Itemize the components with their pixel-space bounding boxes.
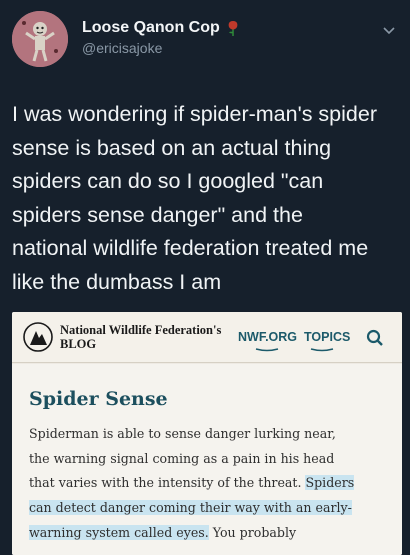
site-nav: National Wildlife Federation's BLOG NWF.… [12, 312, 402, 363]
article-line: the warning signal coming as a pain in h… [29, 447, 395, 472]
site-name-line2: BLOG [60, 337, 97, 351]
nav-topics-underline [310, 348, 334, 352]
nav-nwf-underline [255, 348, 279, 352]
tweet-text-line: spiders sense danger" and the [12, 202, 303, 227]
nwf-logo-icon [23, 322, 53, 352]
tweet-text-line: national wildlife federation treated me [12, 236, 369, 260]
article-line: can detect danger coming their way with … [29, 496, 395, 521]
tweet-text-line: sense is based on an actual thing [12, 135, 332, 160]
article-line: warning system called eyes. You probably [29, 521, 395, 546]
avatar[interactable] [12, 11, 68, 67]
nav-nwf-org[interactable]: NWF.ORG [238, 330, 297, 344]
article-line-text: Spiderman is able to sense danger lurkin… [29, 426, 336, 441]
search-icon[interactable] [366, 329, 384, 347]
tweet-text: I was wondering if spider-man's spider s… [12, 98, 404, 299]
tweet-header: Loose Qanon Cop @ericisajoke [0, 0, 410, 80]
chevron-down-icon[interactable] [382, 26, 396, 36]
display-name[interactable]: Loose Qanon Cop [82, 19, 240, 37]
article-line-text: the warning signal coming as a pain in h… [29, 450, 335, 466]
article-line-text: You probably [208, 524, 297, 540]
tweet-text-line: I was wondering if spider-man's spider [12, 102, 377, 126]
tweet-text-line: like the dumbass I am [12, 269, 222, 294]
attached-screenshot[interactable]: National Wildlife Federation's BLOG NWF.… [12, 312, 402, 555]
display-name-text: Loose Qanon Cop [82, 19, 220, 36]
tweet-text-line: spiders can do so I googled "can [12, 169, 324, 193]
nav-topics[interactable]: TOPICS [304, 330, 350, 344]
article: Spider Sense Spiderman is able to sense … [12, 364, 402, 555]
article-line-text: that varies with the intensity of the th… [29, 475, 306, 491]
highlighted-text: can detect danger coming their way with … [29, 500, 352, 516]
handle[interactable]: @ericisajoke [82, 40, 162, 56]
rose-icon [228, 20, 238, 36]
article-line: Spiderman is able to sense danger lurkin… [29, 422, 395, 447]
highlighted-text: warning system called eyes. [29, 524, 209, 540]
article-text: Spiderman is able to sense danger lurkin… [29, 422, 395, 546]
article-title: Spider Sense [29, 388, 168, 410]
site-name[interactable]: National Wildlife Federation's BLOG [60, 323, 221, 351]
highlighted-text: Spiders [305, 475, 355, 491]
article-line: that varies with the intensity of the th… [29, 471, 395, 496]
site-name-line1: National Wildlife Federation's [60, 323, 222, 337]
